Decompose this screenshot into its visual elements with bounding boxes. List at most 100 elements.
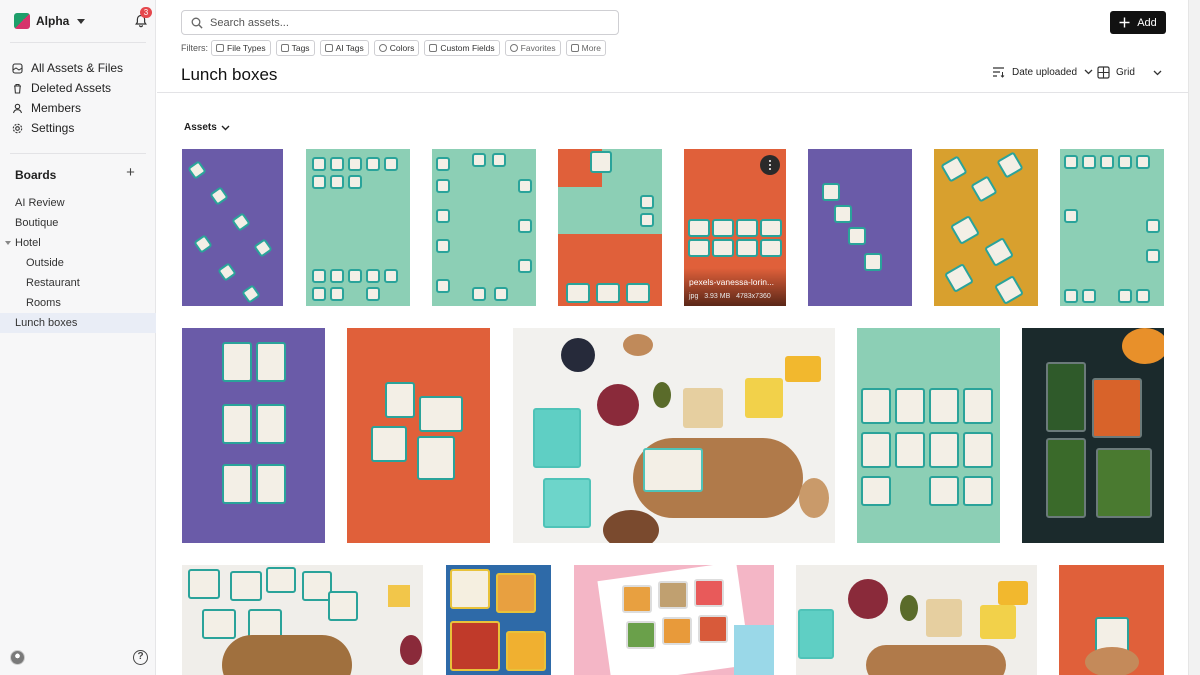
user-icon [12,103,23,113]
asset-info-overlay [684,268,786,306]
board-label: Hotel [15,237,41,249]
board-restaurant[interactable]: Restaurant [0,273,156,293]
asset-thumbnail[interactable] [432,149,536,306]
asset-type: jpg [689,293,699,300]
chip-label: File Types [227,43,266,53]
add-board-button[interactable]: + [125,165,136,180]
fields-icon [429,44,438,52]
asset-meta: jpg 3.93 MB 4783x7360 [689,293,771,300]
board-hotel[interactable]: Hotel [0,233,156,253]
asset-thumbnail[interactable] [1022,328,1164,543]
scrollbar[interactable] [1188,0,1200,675]
workspace-name: Alpha [36,14,70,28]
asset-thumbnail[interactable] [1060,149,1164,306]
filter-file-types[interactable]: File Types [211,40,271,56]
view-dropdown[interactable]: Grid [1097,66,1135,79]
asset-thumbnail[interactable] [347,328,490,543]
help-icon[interactable]: ? [133,650,148,665]
add-button[interactable]: Add [1110,11,1166,34]
nav-label: All Assets & Files [31,61,124,75]
grid-icon [1097,66,1110,79]
asset-thumbnail[interactable] [182,565,423,675]
chip-label: Tags [291,43,310,53]
sidebar-nav: All Assets & Files Deleted Assets Member… [0,58,156,138]
nav-deleted-assets[interactable]: Deleted Assets [0,78,156,98]
asset-thumbnail[interactable] [182,328,325,543]
chip-label: More [581,43,601,53]
board-rooms[interactable]: Rooms [0,293,156,313]
add-button-label: Add [1137,16,1157,29]
board-ai-review[interactable]: AI Review [0,193,156,213]
file-type-icon [216,44,224,52]
ai-tag-icon [324,44,333,52]
star-icon [509,44,518,52]
boards-heading: Boards [15,168,57,182]
filter-icon [570,44,579,52]
asset-thumbnail[interactable] [513,328,835,543]
tag-icon [280,44,289,52]
asset-thumbnail[interactable] [808,149,912,306]
header-divider [157,92,1189,93]
filter-favorites[interactable]: Favorites [504,40,561,56]
sort-dropdown[interactable]: Date uploaded [992,66,1093,78]
search-box[interactable] [181,10,619,35]
notification-badge: 3 [140,7,152,18]
board-boutique[interactable]: Boutique [0,213,156,233]
assets-section-label: Assets [184,122,217,133]
gear-icon [12,123,23,133]
sort-label: Date uploaded [1012,66,1078,78]
avatar[interactable] [10,650,25,665]
asset-thumbnail[interactable] [446,565,551,675]
nav-members[interactable]: Members [0,98,156,118]
chevron-down-icon[interactable] [1153,70,1162,76]
asset-thumbnail[interactable] [182,149,283,306]
nav-settings[interactable]: Settings [0,118,156,138]
divider [10,42,146,43]
asset-thumbnail[interactable] [857,328,1000,543]
asset-thumbnail[interactable] [558,149,662,306]
filter-colors[interactable]: Colors [373,40,420,56]
asset-dimensions: 4783x7360 [736,293,771,300]
asset-thumbnail[interactable] [796,565,1037,675]
assets-icon [12,62,23,74]
view-label: Grid [1116,67,1135,78]
filter-ai-tags[interactable]: AI Tags [319,40,369,56]
chevron-down-icon [221,125,230,130]
sidebar: Alpha 3 All Assets & Files Deleted Asset… [0,0,156,675]
asset-size: 3.93 MB [704,293,731,300]
assets-section-toggle[interactable]: Assets [184,122,230,133]
asset-thumbnail[interactable] [574,565,774,675]
chevron-down-icon [77,18,86,24]
board-lunch-boxes[interactable]: Lunch boxes [0,313,156,333]
chevron-down-icon [1084,69,1093,75]
more-options-button[interactable] [760,155,780,175]
asset-filename: pexels-vanessa-lorin... [689,277,775,287]
nav-label: Members [31,101,82,115]
workspace-logo-icon [14,13,30,29]
search-icon [191,17,203,29]
filter-more[interactable]: More [565,40,606,56]
filters-label: Filters: [181,43,208,53]
board-outside[interactable]: Outside [0,253,156,273]
nav-label: Deleted Assets [31,81,112,95]
chip-label: AI Tags [335,43,364,53]
sort-icon [993,67,1005,78]
asset-thumbnail-hovered[interactable]: pexels-vanessa-lorin... jpg 3.93 MB 4783… [684,149,786,306]
page-title: Lunch boxes [181,65,278,84]
chip-label: Custom Fields [440,43,495,53]
chip-label: Favorites [520,43,556,53]
nav-label: Settings [31,121,75,135]
divider [10,153,146,154]
palette-icon [378,44,387,52]
search-input[interactable] [210,16,590,29]
nav-all-assets[interactable]: All Assets & Files [0,58,156,78]
asset-thumbnail[interactable] [306,149,410,306]
filter-custom-fields[interactable]: Custom Fields [424,40,500,56]
expand-caret-icon[interactable] [5,241,11,245]
plus-icon [1119,17,1130,28]
asset-thumbnail[interactable] [1059,565,1164,675]
chip-label: Colors [389,43,415,53]
workspace-switcher[interactable]: Alpha [14,13,86,29]
asset-thumbnail[interactable] [934,149,1038,306]
filter-tags[interactable]: Tags [275,40,315,56]
